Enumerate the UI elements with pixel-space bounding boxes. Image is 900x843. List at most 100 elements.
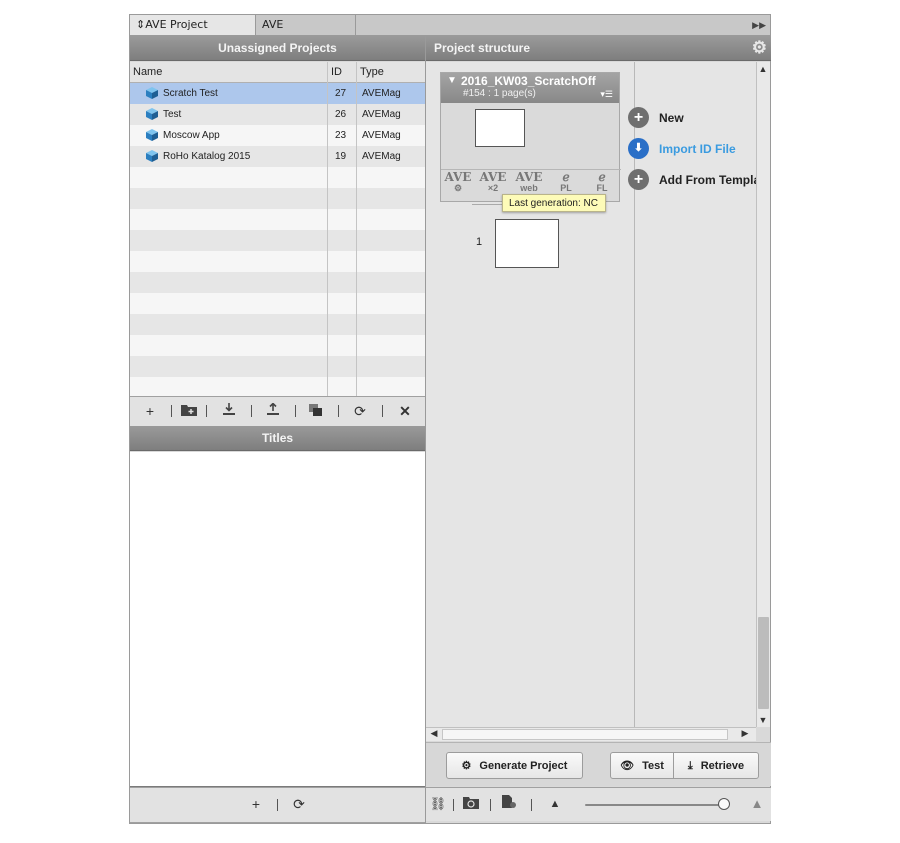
delete-icon[interactable]: ✕ [394,401,416,421]
zoom-slider-knob[interactable] [718,798,730,810]
tab-bar: ⇕AVE Project Manager AVE Interactivity ▶… [130,15,770,51]
table-body: Scratch Test 27 AVEMag Test 26 AVEMag Mo… [130,83,425,396]
empty-row [130,251,425,272]
retrieve-button[interactable]: ⤓ Retrieve [673,752,759,779]
column-header-name[interactable]: Name [130,62,327,82]
zoom-large-icon[interactable]: ▲ [746,794,768,814]
refresh-icon[interactable]: ⟳ [349,401,371,421]
download-icon[interactable] [218,401,240,421]
page-thumbnail[interactable] [495,219,559,268]
column-divider [356,62,357,396]
test-button[interactable]: 👁 Test [610,752,674,779]
row-name: Test [163,109,182,120]
gear-icon: ⚙ [461,760,472,772]
empty-row [130,377,425,396]
canvas-divider [634,62,635,727]
empty-row [130,335,425,356]
unassigned-projects-header: Unassigned Projects [130,36,425,61]
column-divider [327,62,328,396]
project-card-header: ▼ 2016_KW03_ScratchOff #154 : 1 page(s) … [441,73,619,103]
tab-interactivity[interactable]: AVE Interactivity [256,15,356,51]
eye-icon: 👁 [620,760,635,772]
zoom-small-icon[interactable]: ▲ [544,794,566,814]
structure-toolbar: ⛓ ▲ ▲ [426,787,771,821]
table-row[interactable]: RoHo Katalog 2015 19 AVEMag [130,146,425,167]
empty-row [130,356,425,377]
download-icon: ⤓ [687,760,693,772]
table-row[interactable]: Test 26 AVEMag [130,104,425,125]
page-number: 1 [476,236,483,248]
toolbar-separator [295,405,296,417]
zoom-slider-track[interactable] [585,804,729,806]
plus-icon: + [628,169,649,190]
toolbar-separator [490,799,491,811]
duplicate-icon[interactable] [305,401,327,421]
project-title: 2016_KW03_ScratchOff [461,74,596,88]
toolbar-separator [251,405,252,417]
row-type: AVEMag [362,109,401,120]
generate-project-label: Generate Project [479,760,568,772]
upload-icon[interactable] [262,401,284,421]
project-structure-title: Project structure [434,41,531,55]
titles-header: Titles [130,426,425,451]
column-header-id[interactable]: ID [328,62,356,82]
empty-row [130,209,425,230]
download-icon: ⬇ [628,138,649,159]
row-type: AVEMag [362,151,401,162]
empty-row [130,293,425,314]
tab-project-manager[interactable]: ⇕AVE Project Manager [130,15,256,51]
projects-table: Name ID Type Scratch Test 27 AVEMag Test… [130,62,425,397]
collapse-triangle-icon[interactable]: ▼ [447,75,457,86]
refresh-titles-icon[interactable]: ⟳ [288,794,310,814]
generate-project-button[interactable]: ⚙ Generate Project [446,752,583,779]
import-id-file-label: Import ID File [659,142,736,156]
left-column: Unassigned Projects Name ID Type Scratch… [130,36,425,823]
empty-row [130,314,425,335]
empty-row [130,167,425,188]
new-folder-icon[interactable] [178,401,200,421]
empty-row [130,188,425,209]
scroll-down-icon[interactable]: ▼ [757,715,769,725]
empty-row [130,272,425,293]
scroll-up-icon[interactable]: ▲ [757,64,769,74]
table-row[interactable]: Scratch Test 27 AVEMag [130,83,425,104]
toolbar-separator [531,799,532,811]
horizontal-scrollbar[interactable]: ◀ ▶ [426,727,756,741]
titles-list[interactable] [130,452,425,787]
add-title-icon[interactable]: + [245,794,267,814]
row-type: AVEMag [362,130,401,141]
horizontal-scroll-thumb[interactable] [442,729,728,740]
page-settings-icon[interactable] [498,794,520,814]
row-id: 26 [335,109,347,120]
project-thumbnail [475,109,525,147]
row-name: RoHo Katalog 2015 [163,151,251,162]
link-icon[interactable]: ⛓ [427,794,449,814]
ave-settings-icon[interactable]: AVE ⚙ [444,172,472,198]
table-header: Name ID Type [130,62,425,83]
plus-icon: + [628,107,649,128]
vertical-scrollbar[interactable]: ▲ ▼ [756,62,770,727]
refresh-folder-icon[interactable] [460,794,482,814]
toolbar-separator [171,405,172,417]
add-project-icon[interactable]: + [139,401,161,421]
table-row[interactable]: Moscow App 23 AVEMag [130,125,425,146]
right-column: Project structure ⚙ ▼ 2016_KW03_ScratchO… [425,36,771,823]
row-type: AVEMag [362,88,401,99]
structure-canvas: ▼ 2016_KW03_ScratchOff #154 : 1 page(s) … [426,62,756,727]
action-buttons-bar: ⚙ Generate Project 👁 Test ⤓ Retrieve [426,742,771,786]
ave-panel: ⇕AVE Project Manager AVE Interactivity ▶… [129,14,771,824]
column-header-type[interactable]: Type [357,62,425,82]
toolbar-separator [206,405,207,417]
projects-toolbar: + ⟳ ✕ [130,396,425,427]
project-card[interactable]: ▼ 2016_KW03_ScratchOff #154 : 1 page(s) … [440,72,621,202]
panel-menu-arrows-icon[interactable]: ▶▶ [752,15,766,35]
sort-menu-icon[interactable]: ▾☰ [600,89,613,100]
retrieve-label: Retrieve [700,760,745,772]
scroll-right-icon[interactable]: ▶ [739,728,751,739]
row-id: 23 [335,130,347,141]
gear-icon[interactable]: ⚙ [752,39,767,56]
vertical-scroll-thumb[interactable] [758,617,769,709]
row-name: Moscow App [163,130,220,141]
row-id: 27 [335,88,347,99]
scroll-left-icon[interactable]: ◀ [428,728,440,739]
